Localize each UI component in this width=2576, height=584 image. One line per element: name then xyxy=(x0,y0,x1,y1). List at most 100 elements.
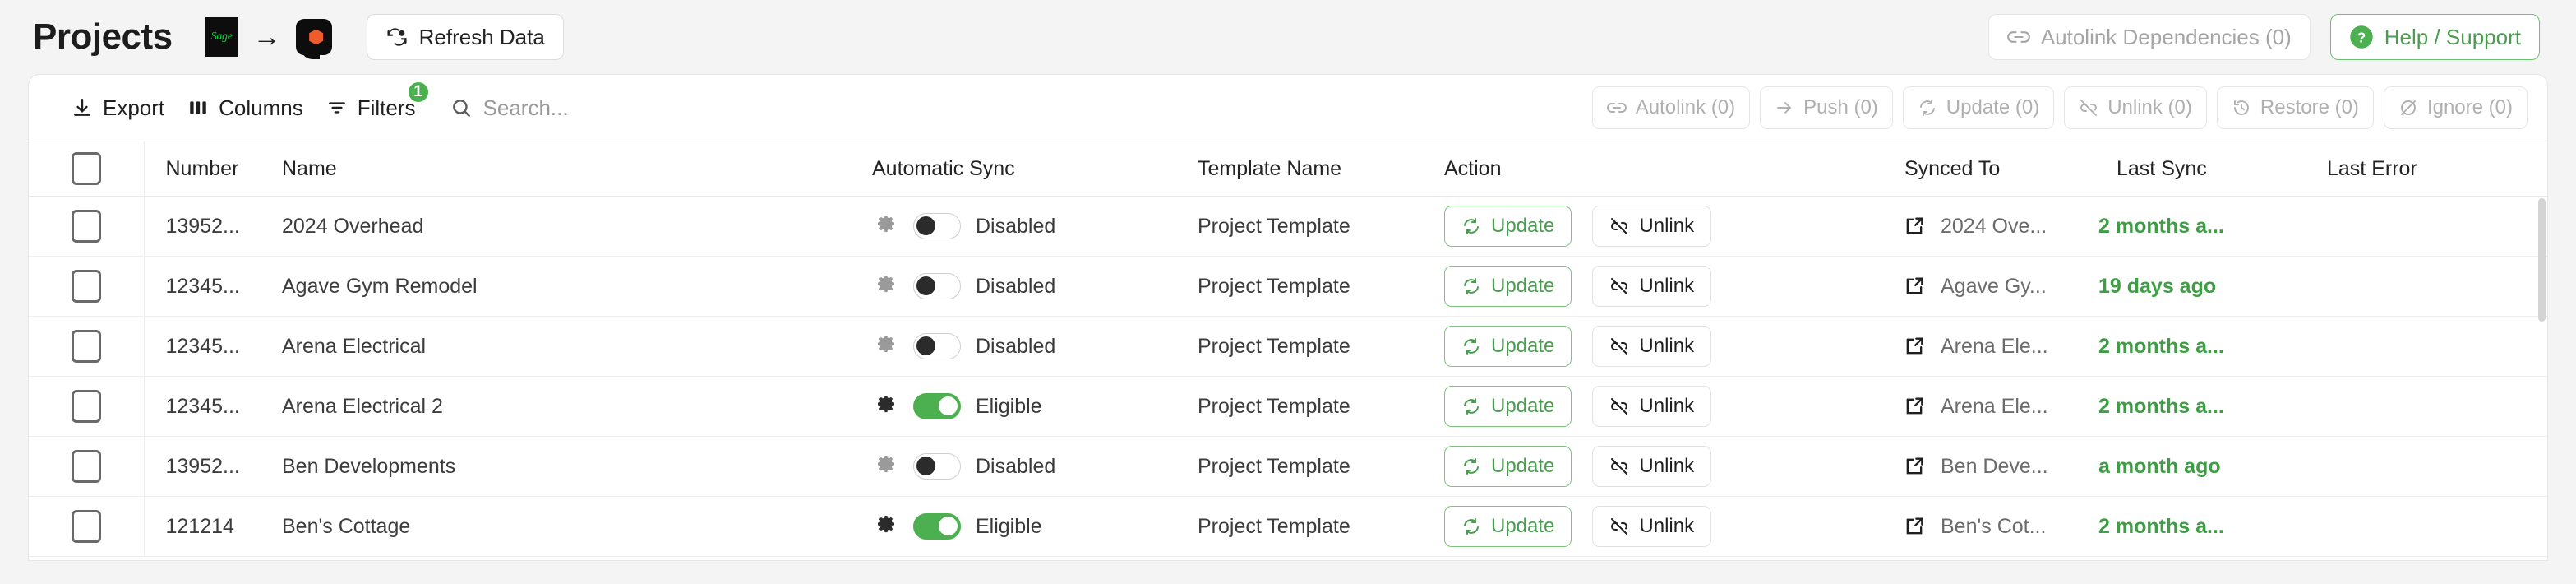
link-icon xyxy=(1606,98,1627,118)
gear-icon[interactable] xyxy=(874,452,898,482)
history-icon xyxy=(2232,98,2251,118)
bulk-ignore-button[interactable]: Ignore (0) xyxy=(2383,86,2528,129)
row-unlink-button[interactable]: Unlink xyxy=(1592,206,1712,247)
row-update-button[interactable]: Update xyxy=(1444,206,1572,247)
external-link-icon[interactable] xyxy=(1903,455,1926,478)
row-unlink-button[interactable]: Unlink xyxy=(1592,386,1712,427)
external-link-icon[interactable] xyxy=(1903,515,1926,538)
bulk-autolink-button[interactable]: Autolink (0) xyxy=(1591,86,1751,129)
synced-to-text: 2024 Ove... xyxy=(1941,214,2047,238)
row-unlink-button[interactable]: Unlink xyxy=(1592,446,1712,487)
cell-last-error xyxy=(2306,256,2547,317)
row-unlink-button[interactable]: Unlink xyxy=(1592,266,1712,307)
table-row[interactable]: 12345... Arena Electrical Disabled Proje… xyxy=(29,316,2547,377)
bulk-push-button[interactable]: Push (0) xyxy=(1760,86,1893,129)
cell-synced-to: Arena Ele... xyxy=(1883,316,2095,377)
cell-last-sync: 2 months a... xyxy=(2095,376,2306,437)
cell-number: 121214 xyxy=(144,496,261,557)
column-header-name[interactable]: Name xyxy=(261,141,851,197)
export-button[interactable]: Export xyxy=(60,87,176,129)
external-link-icon[interactable] xyxy=(1903,275,1926,298)
cell-last-sync: 2 months a... xyxy=(2095,496,2306,557)
search-field[interactable] xyxy=(450,95,722,121)
row-select-cell xyxy=(29,496,145,557)
bulk-unlink-button[interactable]: Unlink (0) xyxy=(2064,86,2207,129)
table-row[interactable]: 12345... Agave Gym Remodel Disabled Proj… xyxy=(29,256,2547,317)
bulk-action-buttons: Autolink (0) Push (0) Update (0) Unlink … xyxy=(1591,86,2528,129)
gear-icon[interactable] xyxy=(874,331,898,362)
table-row[interactable]: 121214 Ben's Cottage Eligible Project Te… xyxy=(29,496,2547,557)
gear-icon[interactable] xyxy=(874,512,898,542)
vertical-scrollbar[interactable] xyxy=(2538,198,2546,322)
projects-table: Number Name Automatic Sync Template Name… xyxy=(29,141,2547,557)
cell-action: Update Unlink xyxy=(1423,436,1883,497)
automatic-sync-toggle[interactable] xyxy=(913,453,961,480)
search-icon xyxy=(450,97,472,118)
refresh-icon xyxy=(1461,216,1481,236)
gear-icon[interactable] xyxy=(874,211,898,242)
cell-last-sync: 19 days ago xyxy=(2095,256,2306,317)
cell-name: Arena Electrical xyxy=(261,316,851,377)
column-header-synced-to[interactable]: Synced To xyxy=(1883,141,2095,197)
automatic-sync-toggle[interactable] xyxy=(913,513,961,540)
column-header-last-sync[interactable]: Last Sync xyxy=(2095,141,2306,197)
row-unlink-button[interactable]: Unlink xyxy=(1592,506,1712,547)
external-link-icon[interactable] xyxy=(1903,335,1926,358)
automatic-sync-toggle[interactable] xyxy=(913,393,961,419)
automatic-sync-label: Eligible xyxy=(976,514,1042,538)
row-checkbox[interactable] xyxy=(71,510,101,543)
row-update-button[interactable]: Update xyxy=(1444,326,1572,367)
row-update-button[interactable]: Update xyxy=(1444,266,1572,307)
row-unlink-button[interactable]: Unlink xyxy=(1592,326,1712,367)
gear-icon[interactable] xyxy=(874,392,898,422)
export-label: Export xyxy=(103,95,165,120)
select-all-checkbox[interactable] xyxy=(71,152,101,185)
automatic-sync-label: Disabled xyxy=(976,274,1056,298)
cell-automatic-sync: Disabled xyxy=(851,436,1176,497)
row-update-button[interactable]: Update xyxy=(1444,386,1572,427)
cell-automatic-sync: Eligible xyxy=(851,496,1176,557)
table-row[interactable]: 13952... 2024 Overhead Disabled Project … xyxy=(29,196,2547,257)
column-header-action[interactable]: Action xyxy=(1423,141,1883,197)
row-update-button[interactable]: Update xyxy=(1444,446,1572,487)
autolink-dependencies-button[interactable]: Autolink Dependencies (0) xyxy=(1987,14,2311,60)
bulk-autolink-label: Autolink (0) xyxy=(1635,96,1736,118)
row-update-button[interactable]: Update xyxy=(1444,506,1572,547)
row-checkbox[interactable] xyxy=(71,270,101,303)
column-header-automatic-sync[interactable]: Automatic Sync xyxy=(851,141,1176,197)
gear-icon[interactable] xyxy=(874,271,898,302)
filters-count-badge: 1 xyxy=(405,79,431,104)
bulk-update-button[interactable]: Update (0) xyxy=(1902,86,2055,129)
cell-template-name: Project Template xyxy=(1176,196,1423,257)
table-row[interactable]: 12345... Arena Electrical 2 Eligible Pro… xyxy=(29,376,2547,437)
row-checkbox[interactable] xyxy=(71,210,101,243)
cell-automatic-sync: Disabled xyxy=(851,256,1176,317)
external-link-icon[interactable] xyxy=(1903,395,1926,418)
row-checkbox[interactable] xyxy=(71,330,101,363)
external-link-icon[interactable] xyxy=(1903,215,1926,238)
cell-synced-to: Agave Gy... xyxy=(1883,256,2095,317)
automatic-sync-toggle[interactable] xyxy=(913,273,961,299)
bulk-restore-button[interactable]: Restore (0) xyxy=(2216,86,2374,129)
column-header-number[interactable]: Number xyxy=(144,141,261,197)
synced-to-text: Agave Gy... xyxy=(1941,274,2047,298)
automatic-sync-toggle[interactable] xyxy=(913,333,961,359)
bulk-push-label: Push (0) xyxy=(1803,96,1878,118)
last-sync-text: a month ago xyxy=(2098,454,2221,478)
refresh-data-button[interactable]: Refresh Data xyxy=(366,14,564,60)
column-header-last-error[interactable]: Last Error xyxy=(2306,141,2547,197)
broken-link-icon xyxy=(1609,336,1629,356)
columns-button[interactable]: Columns xyxy=(176,87,315,129)
help-support-button[interactable]: ? Help / Support xyxy=(2329,14,2540,60)
filters-button[interactable]: Filters 1 xyxy=(315,79,431,129)
row-checkbox[interactable] xyxy=(71,450,101,483)
columns-label: Columns xyxy=(219,95,303,120)
row-checkbox[interactable] xyxy=(71,390,101,423)
cell-action: Update Unlink xyxy=(1423,196,1883,257)
search-input[interactable] xyxy=(482,95,713,121)
column-header-template-name[interactable]: Template Name xyxy=(1176,141,1423,197)
help-support-label: Help / Support xyxy=(2384,24,2521,49)
table-row[interactable]: 13952... Ben Developments Disabled Proje… xyxy=(29,436,2547,497)
question-circle-icon: ? xyxy=(2349,25,2374,49)
automatic-sync-toggle[interactable] xyxy=(913,213,961,239)
